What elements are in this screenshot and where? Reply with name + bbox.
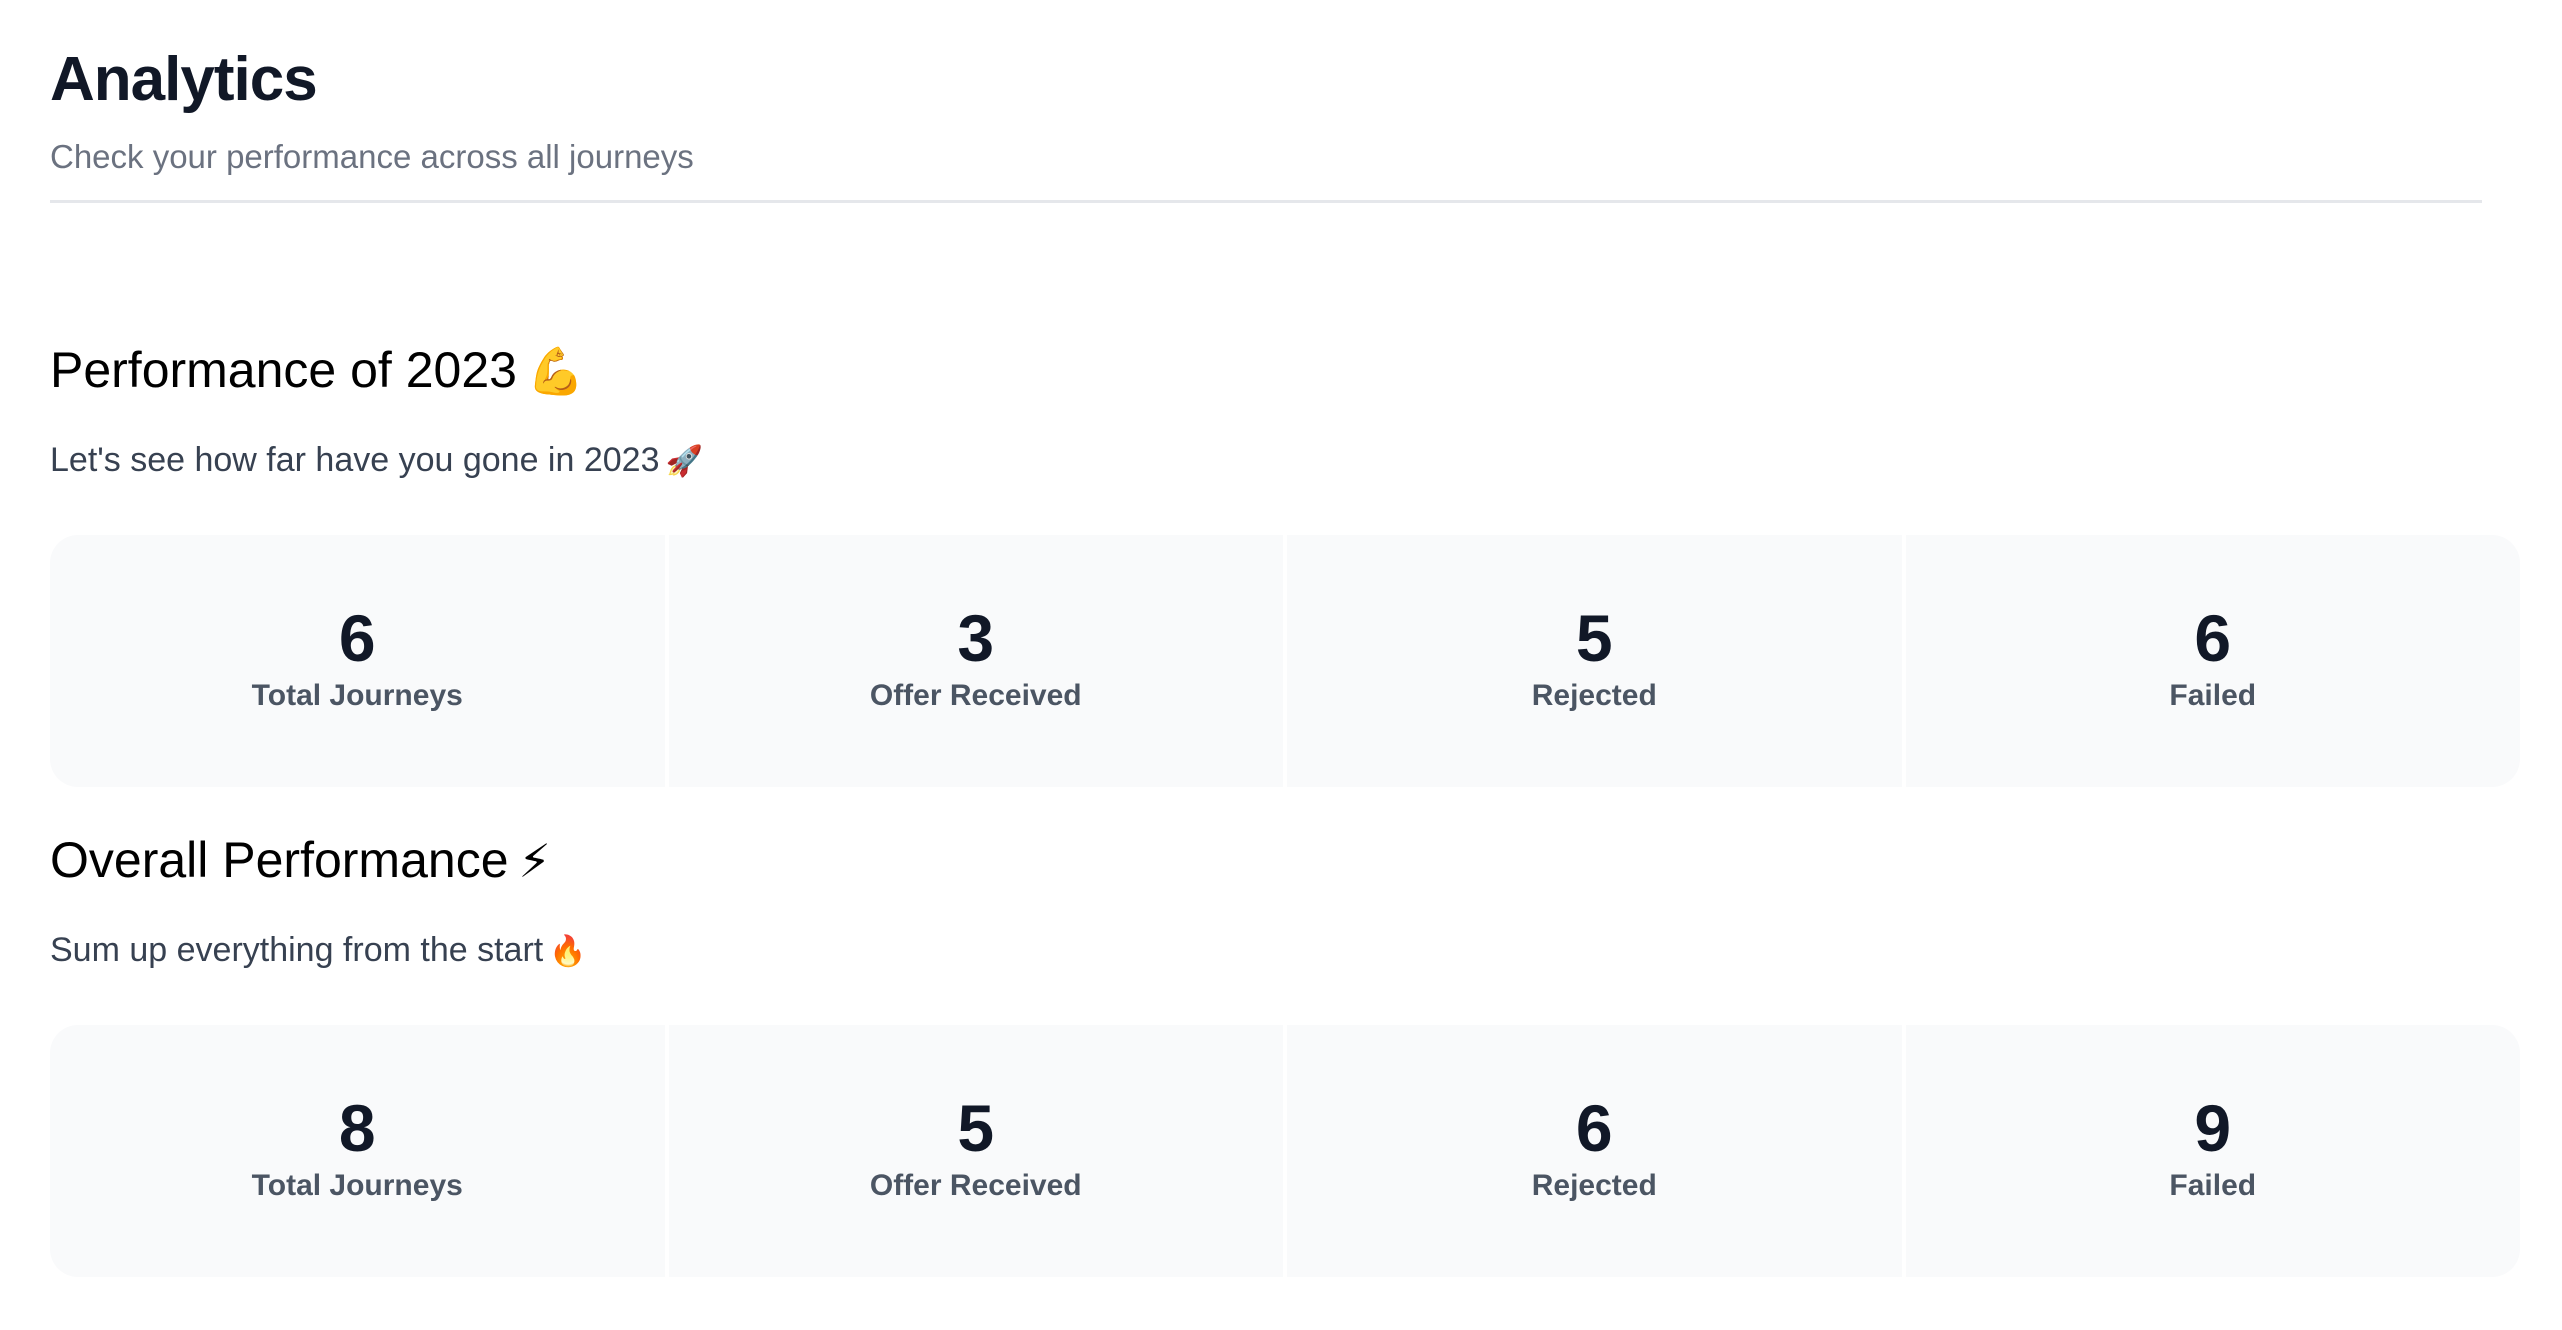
- stat-card-total-journeys: 6 Total Journeys: [50, 535, 665, 787]
- section-title-text: Overall Performance: [50, 832, 509, 888]
- stat-value: 8: [338, 1091, 376, 1165]
- overall-performance-section: Overall Performance ⚡ Sum up everything f…: [50, 830, 2520, 1277]
- stat-card-offer-received: 5 Offer Received: [668, 1025, 1283, 1277]
- stat-label: Rejected: [1531, 679, 1657, 712]
- stat-value: 6: [2194, 601, 2232, 675]
- stat-card-rejected: 5 Rejected: [1287, 535, 1902, 787]
- section-title-text: Performance of 2023: [50, 342, 517, 398]
- section-description: Let's see how far have you gone in 2023 🚀: [50, 438, 703, 484]
- stat-value: 6: [1575, 1091, 1613, 1165]
- page-subtitle: Check your performance across all journe…: [50, 138, 694, 175]
- page-header: Analytics Check your performance across …: [50, 0, 2482, 203]
- section-description: Sum up everything from the start 🔥: [50, 928, 587, 974]
- section-title: Performance of 2023 💪: [50, 340, 2520, 400]
- performance-2023-section: Performance of 2023 💪 Let's see how far h…: [50, 340, 2520, 787]
- stat-label: Total Journeys: [251, 1169, 463, 1202]
- section-description-text: Let's see how far have you gone in 2023: [50, 441, 660, 479]
- section-title: Overall Performance ⚡: [50, 830, 2520, 890]
- stat-value: 6: [338, 601, 376, 675]
- stat-value: 9: [2194, 1091, 2232, 1165]
- stat-value: 5: [1575, 601, 1613, 675]
- stat-label: Total Journeys: [251, 679, 463, 712]
- stat-label: Offer Received: [869, 679, 1082, 712]
- analytics-page: Analytics Check your performance across …: [0, 0, 2562, 1330]
- stat-card-failed: 6 Failed: [1905, 535, 2520, 787]
- page-title: Analytics: [50, 45, 318, 114]
- stats-grid: 6 Total Journeys 3 Offer Received 5 Reje…: [50, 535, 2520, 787]
- stat-card-failed: 9 Failed: [1905, 1025, 2520, 1277]
- stat-card-rejected: 6 Rejected: [1287, 1025, 1902, 1277]
- rocket-icon: 🚀: [665, 445, 703, 478]
- lightning-icon: ⚡: [518, 835, 551, 887]
- section-description-text: Sum up everything from the start: [50, 931, 544, 969]
- fire-icon: 🔥: [549, 935, 587, 968]
- stat-label: Failed: [2169, 679, 2257, 712]
- stat-label: Failed: [2169, 1169, 2257, 1202]
- stats-grid: 8 Total Journeys 5 Offer Received 6 Reje…: [50, 1025, 2520, 1277]
- flexed-biceps-icon: 💪: [526, 345, 585, 397]
- stat-card-total-journeys: 8 Total Journeys: [50, 1025, 665, 1277]
- stat-label: Offer Received: [869, 1169, 1082, 1202]
- stat-value: 5: [957, 1091, 995, 1165]
- stat-value: 3: [957, 601, 995, 675]
- stat-card-offer-received: 3 Offer Received: [668, 535, 1283, 787]
- stat-label: Rejected: [1531, 1169, 1657, 1202]
